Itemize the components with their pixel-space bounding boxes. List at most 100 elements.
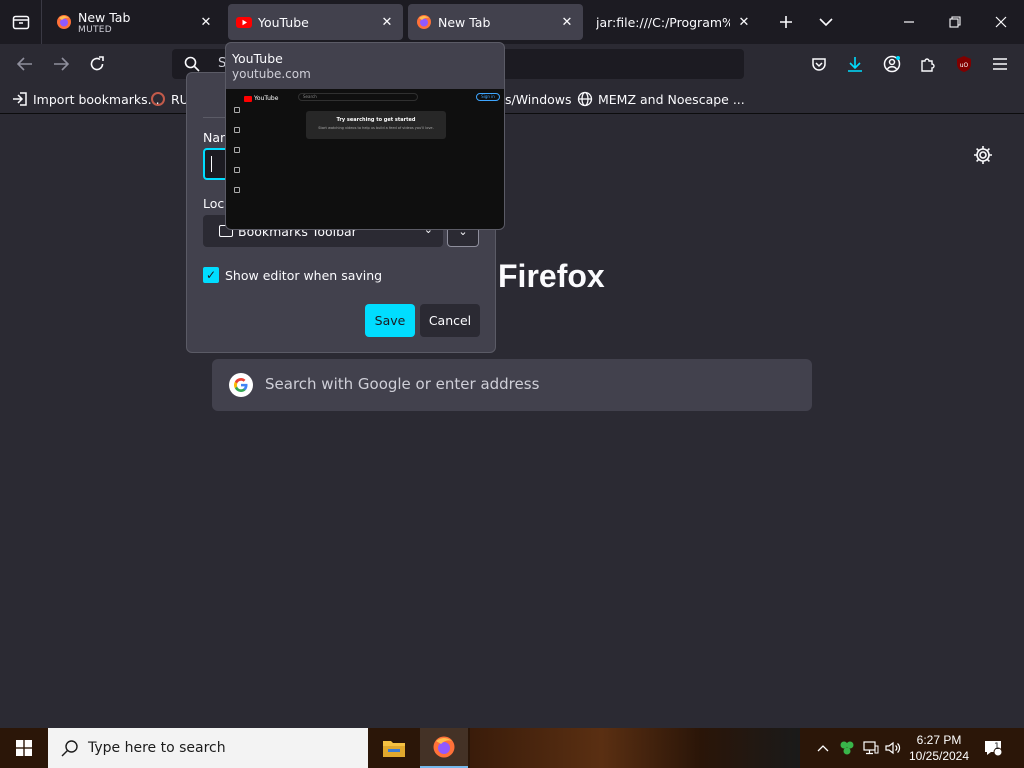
network-button[interactable] [860, 728, 882, 768]
thumbnail-search-box: Search [298, 93, 418, 101]
firefox-icon [433, 736, 455, 758]
new-tab-page: Firefox Search with Google or enter addr… [0, 114, 1024, 728]
bookmark-label: s/Windows [505, 91, 572, 107]
reload-button[interactable] [82, 49, 112, 79]
tab-strip: New Tab MUTED ✕ YouTube ✕ New Tab ✕ jar:… [0, 0, 1024, 44]
text-caret [211, 156, 212, 172]
ublock-button[interactable]: uO [949, 49, 979, 79]
home-icon [234, 107, 240, 113]
extensions-button[interactable] [913, 49, 943, 79]
bookmark-windows[interactable]: s/Windows [505, 90, 572, 108]
desktop-wallpaper-strip [470, 728, 800, 768]
firefox-wordmark: Firefox [498, 258, 605, 294]
windows-taskbar: Type here to search 6:27 PM 10/25/2024 1 [0, 728, 1024, 768]
thumbnail-prompt-card: Try searching to get started Start watch… [306, 111, 446, 139]
start-button[interactable] [0, 728, 48, 768]
youtube-logo-text: YouTube [254, 95, 279, 102]
youtube-logo: YouTube [244, 95, 278, 102]
thumbnail-card-title: Try searching to get started [336, 117, 416, 123]
tray-app-icon [840, 741, 854, 755]
newtab-search-box[interactable]: Search with Google or enter address [212, 359, 812, 411]
tab-new-tab[interactable]: New Tab ✕ [408, 4, 583, 40]
subscriptions-icon [234, 147, 240, 153]
close-tab-icon[interactable]: ✕ [198, 14, 214, 30]
arrow-left-icon [17, 57, 32, 71]
tab-jar-file[interactable]: jar:file:///C:/Program%20Fi ✕ [588, 4, 760, 40]
restore-button[interactable] [932, 0, 978, 44]
bookmark-label: Import bookmarks... [33, 91, 160, 107]
notification-icon [985, 741, 1003, 757]
firefox-icon [56, 14, 72, 30]
new-tab-button[interactable] [770, 6, 802, 38]
puzzle-icon [921, 58, 935, 72]
app-menu-button[interactable] [985, 49, 1015, 79]
show-editor-checkbox[interactable]: ✓ [203, 267, 219, 283]
folder-icon [383, 741, 405, 757]
bookmark-ru[interactable]: RU [150, 90, 189, 108]
list-all-tabs-button[interactable] [810, 6, 842, 38]
chevron-up-icon [817, 745, 829, 752]
downloads-button[interactable] [840, 49, 870, 79]
cancel-button[interactable]: Cancel [420, 304, 480, 337]
youtube-play-icon [244, 95, 252, 102]
ru-icon [150, 91, 166, 107]
bookmark-import[interactable]: Import bookmarks... [12, 90, 160, 108]
show-editor-label: Show editor when saving [225, 268, 383, 283]
thumbnail-sidebar [230, 107, 244, 217]
pocket-button[interactable] [804, 49, 834, 79]
search-icon [60, 738, 80, 762]
download-icon [848, 57, 862, 72]
tab-title: YouTube [258, 14, 309, 30]
tab-title: New Tab [78, 9, 131, 25]
tray-app-button[interactable] [836, 728, 858, 768]
close-tab-icon[interactable]: ✕ [736, 14, 752, 30]
tab-muted-label: MUTED [78, 24, 112, 35]
hamburger-menu-icon [993, 58, 1007, 70]
taskbar-clock[interactable]: 6:27 PM 10/25/2024 [900, 732, 978, 764]
thumbnail-card-subtitle: Start watching videos to help us build a… [318, 126, 434, 130]
youtube-icon [236, 14, 252, 30]
tab-title: New Tab [438, 14, 491, 30]
minimize-icon [904, 21, 914, 23]
notification-count: 1 [994, 742, 1000, 752]
taskbar-firefox[interactable] [420, 728, 468, 768]
taskbar-file-explorer[interactable] [370, 728, 418, 768]
navigation-toolbar: S uO [0, 44, 1024, 84]
bookmark-memz[interactable]: MEMZ and Noescape ... [577, 90, 745, 108]
speaker-icon [885, 741, 901, 755]
taskbar-search-placeholder: Type here to search [88, 740, 226, 756]
account-button[interactable] [877, 49, 907, 79]
tab-title: jar:file:///C:/Program%20Fi [596, 14, 730, 30]
checkmark-icon: ✓ [205, 268, 217, 282]
shorts-icon [234, 127, 240, 133]
bookmarks-toolbar: Import bookmarks... RU s/Windows MEMZ an… [0, 84, 1024, 114]
windows-logo-icon [16, 740, 32, 756]
personalize-button[interactable] [972, 144, 994, 166]
close-tab-icon[interactable]: ✕ [379, 14, 395, 30]
bookmark-label: MEMZ and Noescape ... [598, 91, 745, 107]
clock-time: 6:27 PM [916, 733, 962, 747]
account-icon [883, 55, 901, 73]
tab-new-tab-muted[interactable]: New Tab MUTED ✕ [48, 4, 222, 40]
thumbnail-signin-button: Sign in [476, 93, 500, 101]
restore-icon [949, 16, 961, 28]
close-tab-icon[interactable]: ✕ [559, 14, 575, 30]
reload-icon [90, 56, 104, 71]
back-button[interactable] [10, 49, 40, 79]
tab-hover-preview: YouTube youtube.com YouTube Search Sign … [225, 42, 505, 230]
firefox-view-button[interactable] [0, 0, 42, 44]
preview-thumbnail: YouTube Search Sign in Try searching to … [226, 89, 504, 229]
you-icon [234, 167, 240, 173]
tab-youtube[interactable]: YouTube ✕ [228, 4, 403, 40]
show-hidden-icons-button[interactable] [812, 728, 834, 768]
save-button[interactable]: Save [365, 304, 415, 337]
svg-text:uO: uO [960, 62, 969, 69]
action-center-button[interactable]: 1 [980, 728, 1006, 768]
taskbar-search-box[interactable]: Type here to search [48, 728, 368, 768]
firefox-icon [416, 14, 432, 30]
chevron-down-icon [819, 18, 833, 27]
minimize-button[interactable] [886, 0, 932, 44]
arrow-right-icon [54, 57, 69, 71]
forward-button[interactable] [46, 49, 76, 79]
close-window-button[interactable] [978, 0, 1024, 44]
